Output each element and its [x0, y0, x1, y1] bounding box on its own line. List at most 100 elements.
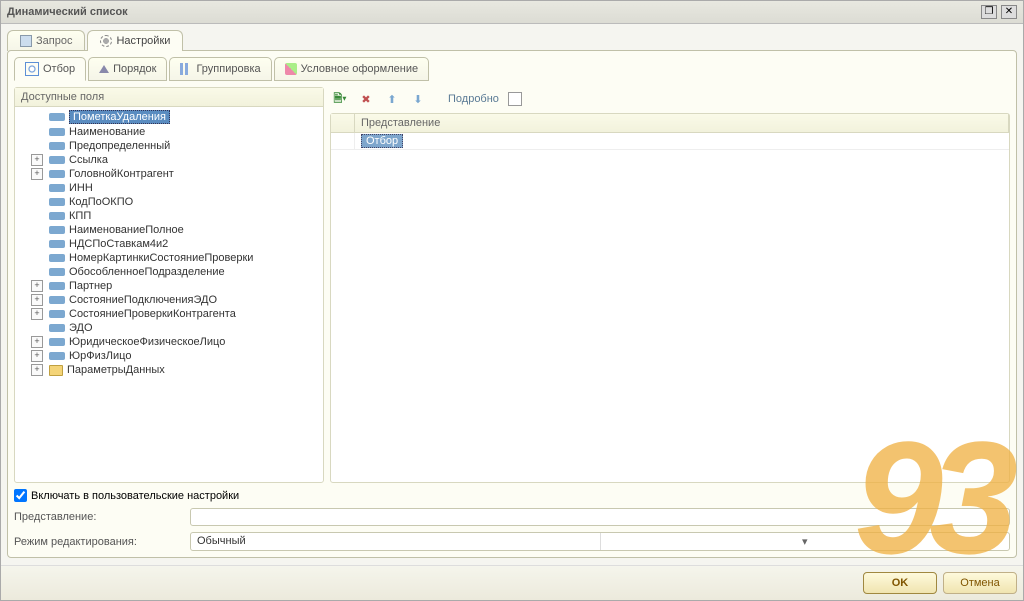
expand-icon[interactable]: +: [31, 350, 43, 362]
tree-row[interactable]: КПП: [15, 209, 323, 223]
tree-row[interactable]: НДСПоСтавкам4и2: [15, 237, 323, 251]
expand-icon[interactable]: +: [31, 336, 43, 348]
settings-icon: [100, 35, 112, 47]
field-label: Предопределенный: [69, 140, 170, 152]
tab-label: Запрос: [36, 35, 72, 47]
field-icon: [49, 310, 65, 318]
tree-row[interactable]: НаименованиеПолное: [15, 223, 323, 237]
tree-row[interactable]: + ГоловнойКонтрагент: [15, 167, 323, 181]
field-label: СостояниеПодключенияЭДО: [69, 294, 217, 306]
grid-cell-label: Отбор: [355, 133, 409, 149]
tree-row[interactable]: Предопределенный: [15, 139, 323, 153]
field-label: ЮрФизЛицо: [69, 350, 131, 362]
field-label: НДСПоСтавкам4и2: [69, 238, 168, 250]
representation-input[interactable]: [190, 508, 1010, 526]
field-label: ЮридическоеФизическоеЛицо: [69, 336, 225, 348]
tree-row[interactable]: + ЮридическоеФизическоеЛицо: [15, 335, 323, 349]
tree-row[interactable]: ПометкаУдаления: [15, 109, 323, 125]
grid-row[interactable]: Отбор: [331, 133, 1009, 150]
grid-row-label: Отбор: [361, 134, 403, 148]
arrow-down-icon: ⬇: [413, 93, 422, 106]
chevron-down-icon: ▾: [600, 533, 1010, 550]
right-pane: 🗎▾ ✖ ⬆ ⬇ Подробно Представление: [330, 87, 1010, 483]
subtab-label: Условное оформление: [301, 63, 418, 75]
subtab-group[interactable]: Группировка: [169, 57, 271, 81]
arrow-up-icon: ⬆: [387, 93, 396, 106]
footer: OK Отмена: [1, 565, 1023, 600]
add-button[interactable]: 🗎▾: [330, 89, 350, 109]
field-label: Ссылка: [69, 154, 108, 166]
field-icon: [49, 142, 65, 150]
field-label: Партнер: [69, 280, 112, 292]
tree-row[interactable]: Наименование: [15, 125, 323, 139]
tree-row[interactable]: КодПоОКПО: [15, 195, 323, 209]
subtab-label: Отбор: [43, 63, 75, 75]
query-icon: [20, 35, 32, 47]
expand-icon[interactable]: +: [31, 154, 43, 166]
field-icon: [49, 212, 65, 220]
minimize-button[interactable]: ❐: [981, 5, 997, 19]
ok-button[interactable]: OK: [863, 572, 937, 594]
field-label: ПараметрыДанных: [67, 364, 165, 376]
tree-row[interactable]: + ЮрФизЛицо: [15, 349, 323, 363]
tab-settings[interactable]: Настройки: [87, 30, 183, 51]
move-up-button[interactable]: ⬆: [382, 89, 402, 109]
fields-header: Доступные поля: [15, 88, 323, 107]
subtab-order[interactable]: Порядок: [88, 57, 167, 81]
field-label: КПП: [69, 210, 91, 222]
edit-mode-select[interactable]: Обычный ▾: [190, 532, 1010, 551]
expand-icon[interactable]: +: [31, 294, 43, 306]
subtab-label: Группировка: [196, 63, 260, 75]
move-down-button[interactable]: ⬇: [408, 89, 428, 109]
edit-mode-row: Режим редактирования: Обычный ▾: [14, 532, 1010, 551]
close-button[interactable]: ✕: [1001, 5, 1017, 19]
tree-row[interactable]: + ПараметрыДанных: [15, 363, 323, 377]
expand-icon[interactable]: +: [31, 364, 43, 376]
field-label: ПометкаУдаления: [69, 110, 170, 124]
group-icon: [180, 63, 192, 75]
tree-row[interactable]: НомерКартинкиСостояниеПроверки: [15, 251, 323, 265]
include-in-user-settings-row: Включать в пользовательские настройки: [14, 489, 1010, 502]
panel-settings: Отбор Порядок Группировка Условное оформ…: [7, 50, 1017, 558]
tree-row[interactable]: + Ссылка: [15, 153, 323, 167]
cancel-button[interactable]: Отмена: [943, 572, 1017, 594]
plus-icon: 🗎▾: [334, 90, 347, 109]
table-mode-button[interactable]: [505, 89, 525, 109]
subtab-conditional[interactable]: Условное оформление: [274, 57, 429, 81]
tree-row[interactable]: ОбособленноеПодразделение: [15, 265, 323, 279]
tree-row[interactable]: ИНН: [15, 181, 323, 195]
tree-row[interactable]: + СостояниеПроверкиКонтрагента: [15, 307, 323, 321]
fields-tree[interactable]: ПометкаУдаленияНаименованиеПредопределен…: [15, 107, 323, 482]
field-icon: [49, 352, 65, 360]
delete-icon: ✖: [361, 93, 370, 106]
field-icon: [49, 226, 65, 234]
grid-col-representation: Представление: [355, 114, 1009, 132]
field-label: ОбособленноеПодразделение: [69, 266, 225, 278]
include-in-user-settings-checkbox[interactable]: [14, 489, 27, 502]
grid-body[interactable]: Отбор: [331, 133, 1009, 482]
field-icon: [49, 128, 65, 136]
sub-tabs: Отбор Порядок Группировка Условное оформ…: [14, 57, 1010, 81]
field-icon: [49, 254, 65, 262]
expand-icon[interactable]: +: [31, 280, 43, 292]
tab-query[interactable]: Запрос: [7, 30, 85, 51]
available-fields-pane: Доступные поля ПометкаУдаленияНаименован…: [14, 87, 324, 483]
tree-row[interactable]: ЭДО: [15, 321, 323, 335]
tree-row[interactable]: + СостояниеПодключенияЭДО: [15, 293, 323, 307]
field-label: НаименованиеПолное: [69, 224, 184, 236]
tree-row[interactable]: + Партнер: [15, 279, 323, 293]
details-link[interactable]: Подробно: [448, 93, 499, 105]
table-icon: [508, 92, 522, 106]
field-label: НомерКартинкиСостояниеПроверки: [69, 252, 253, 264]
expand-icon[interactable]: +: [31, 168, 43, 180]
field-icon: [49, 338, 65, 346]
field-label: ГоловнойКонтрагент: [69, 168, 174, 180]
field-label: СостояниеПроверкиКонтрагента: [69, 308, 236, 320]
subtab-filter[interactable]: Отбор: [14, 57, 86, 81]
field-icon: [49, 170, 65, 178]
field-icon: [49, 240, 65, 248]
expand-icon[interactable]: +: [31, 308, 43, 320]
titlebar: Динамический список ❐ ✕: [1, 1, 1023, 24]
field-icon: [49, 268, 65, 276]
delete-button[interactable]: ✖: [356, 89, 376, 109]
